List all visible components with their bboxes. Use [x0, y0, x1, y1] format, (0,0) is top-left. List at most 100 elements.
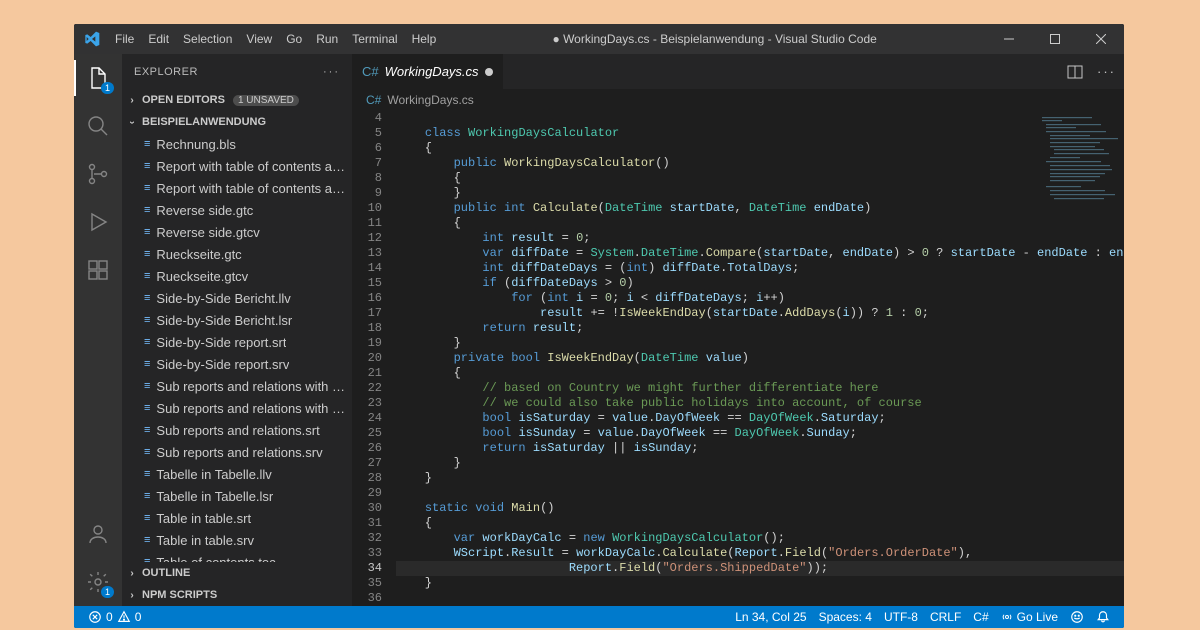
- file-icon: ≡: [144, 248, 150, 260]
- file-label: Reverse side.gtc: [156, 203, 253, 218]
- file-item[interactable]: ≡Tabelle in Tabelle.lsr: [122, 485, 352, 507]
- file-icon: ≡: [144, 336, 150, 348]
- file-item[interactable]: ≡ Table in table.srv: [122, 529, 352, 551]
- file-item[interactable]: ≡Reverse side.gtc: [122, 199, 352, 221]
- more-icon[interactable]: ···: [323, 66, 340, 78]
- file-label: Side-by-Side report.srt: [156, 335, 286, 350]
- more-actions-icon[interactable]: ···: [1097, 64, 1116, 79]
- minimize-button[interactable]: [986, 24, 1032, 54]
- menu-bar: File Edit Selection View Go Run Terminal…: [108, 24, 443, 54]
- workspace-section[interactable]: › BEISPIELANWENDUNG: [122, 111, 352, 133]
- breadcrumb-file: WorkingDays.cs: [387, 93, 473, 107]
- accounts-icon[interactable]: [74, 516, 122, 552]
- file-icon: ≡: [144, 358, 150, 370]
- open-editors-label: OPEN EDITORS: [142, 94, 225, 106]
- titlebar: File Edit Selection View Go Run Terminal…: [74, 24, 1124, 54]
- split-editor-icon[interactable]: [1067, 64, 1083, 80]
- file-item[interactable]: ≡Sub reports and relations with expandab…: [122, 375, 352, 397]
- menu-go[interactable]: Go: [279, 24, 309, 54]
- menu-run[interactable]: Run: [309, 24, 345, 54]
- file-icon: ≡: [144, 512, 150, 524]
- workspace-label: BEISPIELANWENDUNG: [142, 116, 266, 128]
- outline-section[interactable]: › OUTLINE: [122, 562, 352, 584]
- file-icon: ≡: [144, 402, 150, 414]
- file-item[interactable]: ≡ Report with table of contents and index…: [122, 177, 352, 199]
- window-title: ● WorkingDays.cs - Beispielanwendung - V…: [443, 32, 986, 46]
- file-item[interactable]: ≡Sub reports and relations with expandab…: [122, 397, 352, 419]
- status-lncol[interactable]: Ln 34, Col 25: [729, 610, 812, 624]
- code-content[interactable]: class WorkingDaysCalculator { public Wor…: [396, 111, 1124, 606]
- menu-help[interactable]: Help: [405, 24, 444, 54]
- file-item[interactable]: ≡Rueckseite.gtcv: [122, 265, 352, 287]
- file-item[interactable]: ≡ Rechnung.bls: [122, 133, 352, 155]
- menu-edit[interactable]: Edit: [141, 24, 176, 54]
- status-golive[interactable]: Go Live: [995, 610, 1064, 624]
- unsaved-dot-icon: [485, 68, 493, 76]
- file-item[interactable]: ≡Side-by-Side report.srv: [122, 353, 352, 375]
- maximize-button[interactable]: [1032, 24, 1078, 54]
- tab-workingdays[interactable]: C# WorkingDays.cs: [352, 54, 504, 89]
- menu-file[interactable]: File: [108, 24, 141, 54]
- chevron-right-icon: ›: [126, 95, 138, 106]
- npm-scripts-section[interactable]: › NPM SCRIPTS: [122, 584, 352, 606]
- file-item[interactable]: ≡ Side-by-Side report.srt: [122, 331, 352, 353]
- minimap[interactable]: [1036, 111, 1124, 231]
- extensions-icon[interactable]: [74, 252, 122, 288]
- unsaved-badge: 1 UNSAVED: [233, 95, 299, 106]
- file-label: Rechnung.bls: [156, 137, 236, 152]
- run-debug-icon[interactable]: [74, 204, 122, 240]
- settings-icon[interactable]: 1: [74, 564, 122, 600]
- status-spaces[interactable]: Spaces: 4: [813, 610, 878, 624]
- file-icon: ≡: [144, 160, 150, 172]
- file-label: Side-by-Side Bericht.lsr: [156, 313, 292, 328]
- file-item[interactable]: ≡Table in table.srt: [122, 507, 352, 529]
- file-icon: ≡: [144, 182, 150, 194]
- open-editors-section[interactable]: › OPEN EDITORS 1 UNSAVED: [122, 89, 352, 111]
- file-icon: ≡: [144, 446, 150, 458]
- activity-bar: 1: [74, 54, 122, 606]
- editor-column: C# WorkingDays.cs ··· C# WorkingDays.cs …: [352, 54, 1124, 606]
- explorer-icon[interactable]: 1: [74, 60, 122, 96]
- status-language[interactable]: C#: [967, 610, 994, 624]
- close-button[interactable]: [1078, 24, 1124, 54]
- status-encoding[interactable]: UTF-8: [878, 610, 924, 624]
- file-label: Rueckseite.gtc: [156, 247, 241, 262]
- menu-terminal[interactable]: Terminal: [345, 24, 404, 54]
- file-item[interactable]: ≡ Report with table of contents and index…: [122, 155, 352, 177]
- menu-view[interactable]: View: [239, 24, 279, 54]
- explorer-badge: 1: [101, 82, 114, 94]
- file-label: Sub reports and relations.srt: [156, 423, 319, 438]
- status-bell-icon[interactable]: [1090, 610, 1116, 624]
- file-label: Sub reports and relations.srv: [156, 445, 322, 460]
- csharp-file-icon: C#: [362, 64, 379, 79]
- file-item[interactable]: ≡Side-by-Side Bericht.llv: [122, 287, 352, 309]
- file-item[interactable]: ≡Sub reports and relations.srt: [122, 419, 352, 441]
- file-label: Table in table.srv: [156, 533, 254, 548]
- file-item[interactable]: ≡Reverse side.gtcv: [122, 221, 352, 243]
- file-icon: ≡: [144, 138, 150, 150]
- file-item[interactable]: ≡Tabelle in Tabelle.llv: [122, 463, 352, 485]
- status-errors[interactable]: 0 0: [82, 610, 147, 624]
- tab-bar: C# WorkingDays.cs ···: [352, 54, 1124, 89]
- breadcrumb[interactable]: C# WorkingDays.cs: [352, 89, 1124, 111]
- source-control-icon[interactable]: [74, 156, 122, 192]
- menu-selection[interactable]: Selection: [176, 24, 239, 54]
- file-label: Tabelle in Tabelle.llv: [156, 467, 271, 482]
- chevron-right-icon: ›: [126, 568, 138, 579]
- status-eol[interactable]: CRLF: [924, 610, 967, 624]
- vscode-logo-icon: [84, 31, 100, 47]
- file-item[interactable]: ≡ Sub reports and relations.srv: [122, 441, 352, 463]
- explorer-title: EXPLORER: [134, 66, 198, 78]
- status-feedback-icon[interactable]: [1064, 610, 1090, 624]
- file-item[interactable]: ≡Side-by-Side Bericht.lsr: [122, 309, 352, 331]
- file-item[interactable]: ≡Table of contents.toc: [122, 551, 352, 562]
- file-icon: ≡: [144, 270, 150, 282]
- file-item[interactable]: ≡ Rueckseite.gtc: [122, 243, 352, 265]
- file-label: Report with table of contents and index.…: [156, 159, 352, 174]
- file-label: Table of contents.toc: [156, 555, 275, 563]
- file-label: Report with table of contents and index.…: [156, 181, 352, 196]
- file-icon: ≡: [144, 226, 150, 238]
- editor-body[interactable]: 4567891011121314151617181920212223242526…: [352, 111, 1124, 606]
- search-icon[interactable]: [74, 108, 122, 144]
- file-icon: ≡: [144, 534, 150, 546]
